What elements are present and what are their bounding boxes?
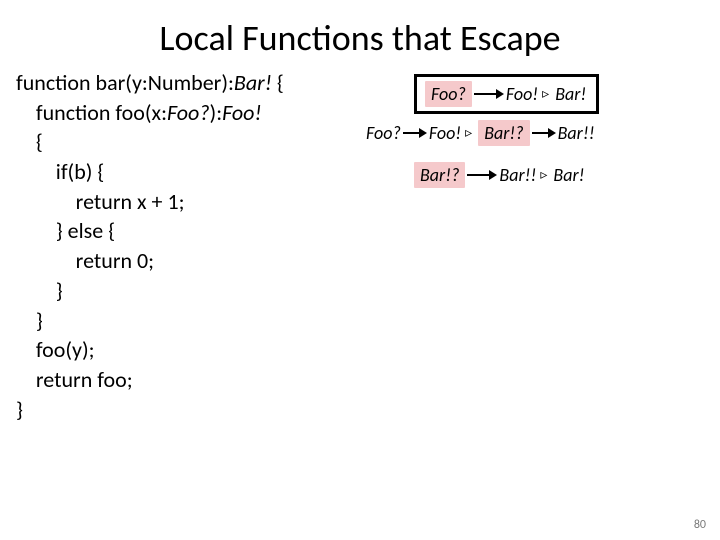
code-l9: } xyxy=(16,307,43,334)
rules-column: Foo? Foo! ▹ Bar! Foo? Foo! ▹ Bar!? Bar!!… xyxy=(366,68,712,424)
code-l4: if(b) { xyxy=(16,158,104,185)
triangle-icon: ▹ xyxy=(540,166,547,183)
rule2-rhs1: Bar!? xyxy=(478,120,529,146)
rule2-final: Bar!! xyxy=(558,122,595,144)
code-l8: } xyxy=(16,277,63,304)
code-l1c: { xyxy=(272,69,284,96)
content-area: function bar(y:Number):Bar! { function f… xyxy=(0,68,720,424)
code-l10: foo(y); xyxy=(16,336,95,363)
rule3-lhs: Bar!? xyxy=(414,162,465,188)
rule1-rhs: Bar! xyxy=(555,83,586,105)
code-l7: return 0; xyxy=(16,247,154,274)
code-l2c: ): xyxy=(210,99,223,126)
rule1-lhs: Foo? xyxy=(425,81,472,107)
code-l6: } else { xyxy=(16,217,115,244)
code-l3: { xyxy=(16,128,43,155)
type-rule-2: Foo? Foo! ▹ Bar!? Bar!! xyxy=(366,120,595,146)
code-l5: return x + 1; xyxy=(16,188,185,215)
arrow-icon xyxy=(467,170,497,180)
rule1-mid: Foo! xyxy=(506,83,538,105)
type-rule-3: Bar!? Bar!! ▹ Bar! xyxy=(414,162,584,188)
code-l1b: Bar! xyxy=(234,69,272,96)
rule2-lhs: Foo? xyxy=(366,122,401,144)
arrow-icon xyxy=(474,89,504,99)
code-l2a: function foo(x: xyxy=(16,99,167,126)
page-number: 80 xyxy=(694,518,706,532)
code-l11: return foo; xyxy=(16,366,133,393)
rule3-mid: Bar!! xyxy=(499,164,536,186)
triangle-icon: ▹ xyxy=(465,124,472,141)
code-l2d: Foo! xyxy=(222,99,262,126)
code-l1a: function bar(y:Number): xyxy=(16,69,234,96)
rule2-mid: Foo! xyxy=(429,122,461,144)
rule3-rhs: Bar! xyxy=(553,164,584,186)
code-block: function bar(y:Number):Bar! { function f… xyxy=(16,68,366,424)
arrow-icon xyxy=(403,128,427,138)
code-l2b: Foo? xyxy=(167,99,210,126)
slide-title: Local Functions that Escape xyxy=(0,0,720,68)
type-rule-1: Foo? Foo! ▹ Bar! xyxy=(414,74,599,114)
arrow-icon xyxy=(532,128,556,138)
triangle-icon: ▹ xyxy=(542,85,549,102)
code-l12: } xyxy=(16,396,23,423)
